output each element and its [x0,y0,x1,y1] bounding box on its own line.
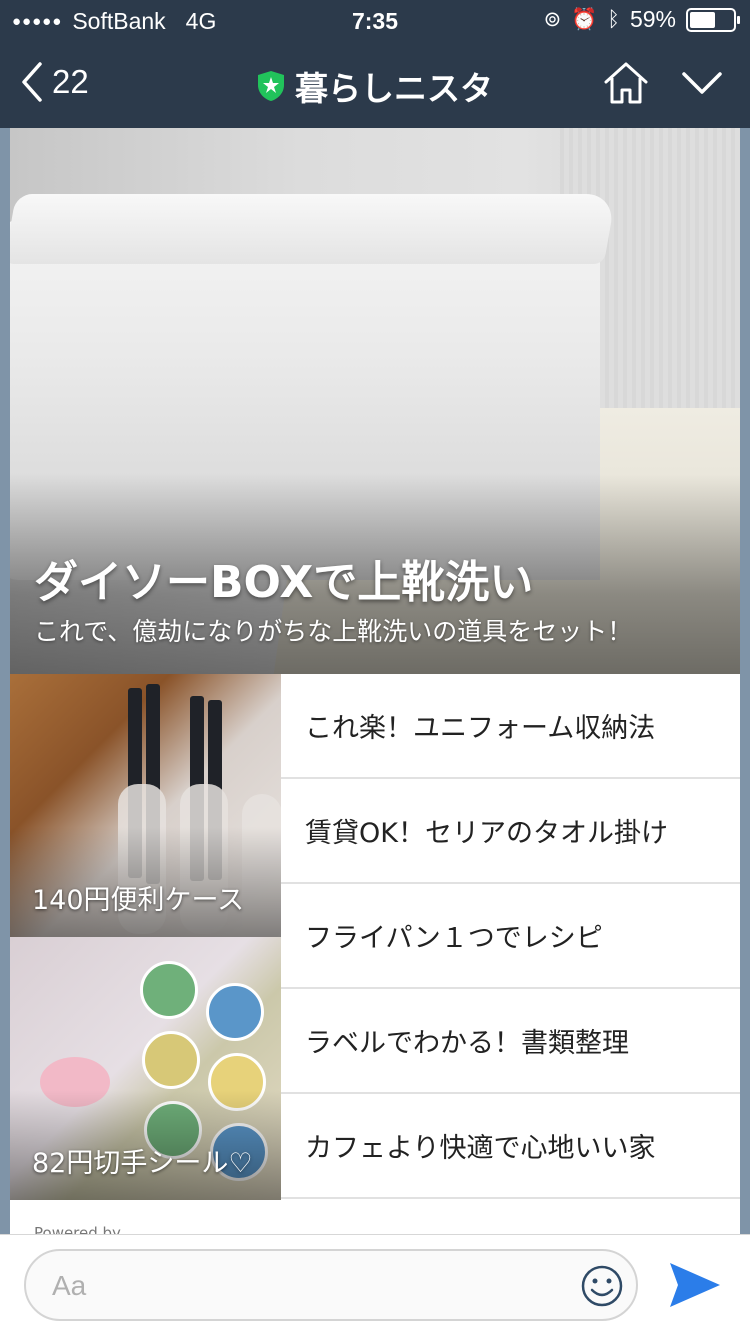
message-input-bar [0,1234,750,1334]
stamp-image [206,983,264,1041]
page-title: 暮らしニスタ [295,69,493,108]
message-input-box[interactable] [24,1249,638,1321]
chevron-down-icon[interactable] [680,68,724,98]
send-icon[interactable] [668,1259,722,1311]
rotation-lock-icon: ⊚ [543,8,562,31]
tile-caption: 82円切手シール♡ [32,1148,253,1179]
battery-percent: 59% [629,6,676,32]
list-item[interactable]: 賃貸OK！セリアのタオル掛け [281,779,740,884]
bluetooth-icon: ᛒ [607,7,620,31]
status-bar: ●●●●● SoftBank 4G 7:35 ⊚ ⏰ ᛒ 59% [0,0,750,40]
header: ●●●●● SoftBank 4G 7:35 ⊚ ⏰ ᛒ 59% 22 暮らしニ… [0,0,750,128]
hero-headline: ダイソーBOXで上靴洗い [34,557,534,608]
article-link-list: これ楽！ユニフォーム収納法 賃貸OK！セリアのタオル掛け フライパン１つでレシピ… [281,674,740,1199]
message-input[interactable] [52,1265,572,1307]
stamp-image [142,1031,200,1089]
hero-image-lid [10,194,617,264]
thumbnail-tiles: 140円便利ケース 82円切手シール♡ [10,674,281,1200]
tile-stamp-sticker[interactable]: 82円切手シール♡ [10,937,281,1200]
hero-article[interactable]: ダイソーBOXで上靴洗い これで、億劫になりがちな上靴洗いの道具をセット！ [10,128,740,674]
hero-subtitle: これで、億劫になりがちな上靴洗いの道具をセット！ [34,617,633,646]
alarm-icon: ⏰ [571,7,598,31]
battery-icon [686,7,740,32]
stamp-image [140,961,198,1019]
list-item[interactable]: フライパン１つでレシピ [281,884,740,989]
powered-by-label: Powered by [34,1224,121,1234]
rich-message-card: ダイソーBOXで上靴洗い これで、億劫になりがちな上靴洗いの道具をセット！ 14… [10,128,740,1234]
tile-caption: 140円便利ケース [32,885,245,916]
smiley-icon[interactable] [580,1264,624,1308]
list-item[interactable]: ラベルでわかる！書類整理 [281,989,740,1094]
home-icon[interactable] [602,60,650,106]
nav-bar: 22 暮らしニスタ [0,40,750,128]
official-badge-icon [258,71,284,101]
list-item[interactable]: これ楽！ユニフォーム収納法 [281,674,740,779]
tile-pencil-case[interactable]: 140円便利ケース [10,674,281,937]
list-item[interactable]: カフェより快適で心地いい家 [281,1094,740,1199]
